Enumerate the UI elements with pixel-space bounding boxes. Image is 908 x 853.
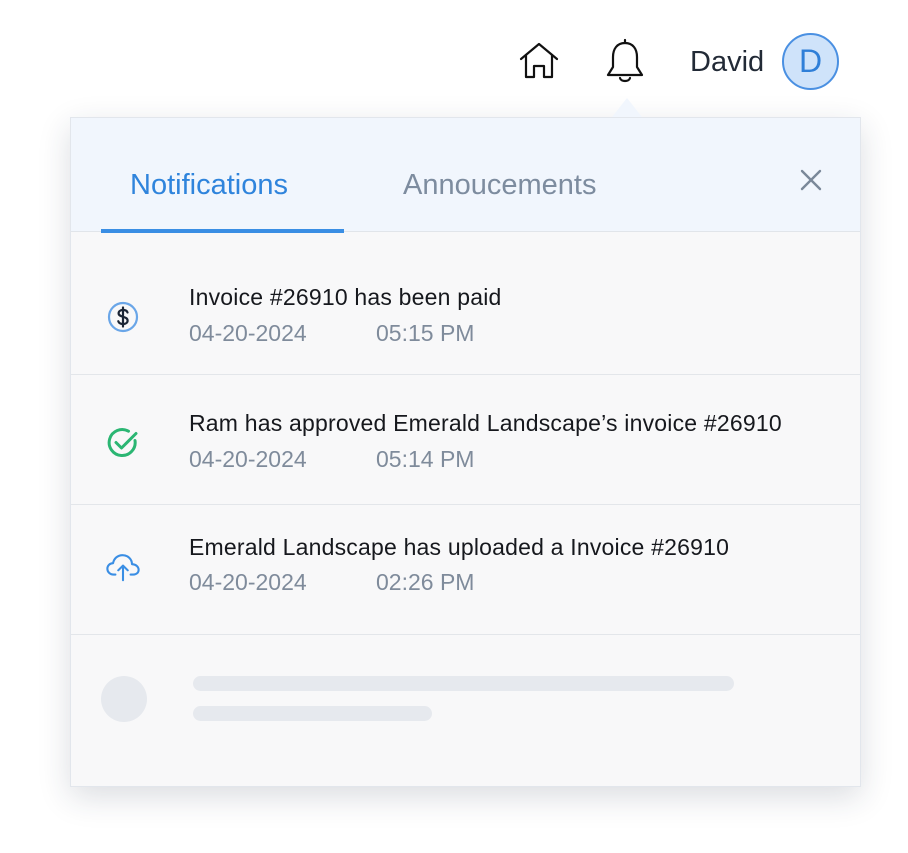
close-button[interactable] xyxy=(793,164,829,200)
notification-item[interactable]: Invoice #26910 has been paid 04-20-2024 … xyxy=(71,233,860,375)
top-header: David D xyxy=(0,0,908,128)
notifications-panel: Notifications Annoucements Invoice #2691… xyxy=(70,117,861,787)
notification-item[interactable]: Ram has approved Emerald Landscape’s inv… xyxy=(71,375,860,505)
notification-item[interactable]: Emerald Landscape has uploaded a Invoice… xyxy=(71,505,860,635)
notification-title: Emerald Landscape has uploaded a Invoice… xyxy=(189,534,730,560)
notification-title: Ram has approved Emerald Landscape’s inv… xyxy=(189,410,782,436)
notification-time: 05:14 PM xyxy=(376,446,475,472)
notification-date: 04-20-2024 xyxy=(189,569,307,595)
notification-date: 04-20-2024 xyxy=(189,446,307,472)
skeleton-line xyxy=(193,706,432,721)
tab-notifications[interactable]: Notifications xyxy=(130,168,288,202)
skeleton-avatar xyxy=(101,676,147,722)
check-circle-icon xyxy=(105,425,141,461)
notification-title: Invoice #26910 has been paid xyxy=(189,284,502,310)
dropdown-caret xyxy=(612,98,642,117)
notification-date: 04-20-2024 xyxy=(189,320,307,346)
user-name[interactable]: David xyxy=(690,44,764,80)
notification-time: 02:26 PM xyxy=(376,569,475,595)
close-icon xyxy=(799,168,823,197)
avatar[interactable]: D xyxy=(782,33,839,90)
cloud-upload-icon xyxy=(105,549,141,585)
notification-time: 05:15 PM xyxy=(376,320,475,346)
bell-icon[interactable] xyxy=(601,35,649,87)
home-icon[interactable] xyxy=(515,37,563,85)
tab-announcements[interactable]: Annoucements xyxy=(403,168,596,202)
dollar-circle-icon xyxy=(105,299,141,335)
tab-bar: Notifications Annoucements xyxy=(71,118,860,233)
skeleton-line xyxy=(193,676,734,691)
